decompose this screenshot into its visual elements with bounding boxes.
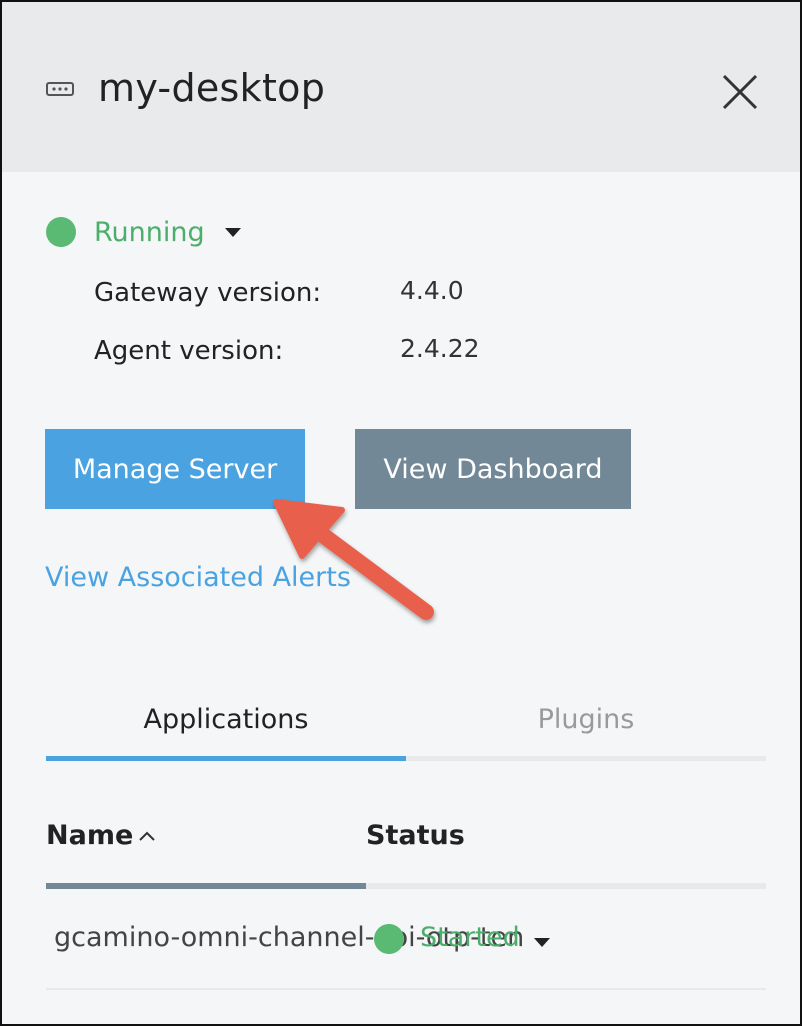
close-icon[interactable]	[720, 72, 760, 112]
application-status-label[interactable]: Started	[420, 922, 520, 953]
agent-version-value: 2.4.22	[400, 334, 480, 363]
gateway-version-value: 4.4.0	[400, 276, 464, 305]
annotation-arrow-icon	[273, 499, 434, 620]
sort-ascending-icon[interactable]	[138, 830, 156, 842]
column-header-underline-active	[46, 883, 366, 889]
table-row: gcamino-omni-channel-api-otp-ten Started	[46, 902, 766, 990]
server-icon	[46, 82, 74, 96]
server-details-panel: my-desktop Running Gateway version: 4.4.…	[0, 0, 802, 1026]
tab-plugins[interactable]: Plugins	[406, 704, 766, 735]
column-header-name[interactable]: Name	[46, 820, 133, 851]
column-header-status: Status	[366, 820, 465, 851]
tab-underline-active	[46, 756, 406, 761]
server-status-dropdown[interactable]: Running	[46, 214, 241, 250]
tab-applications[interactable]: Applications	[46, 704, 406, 735]
status-dot-icon	[374, 924, 404, 954]
status-dot-icon	[46, 217, 76, 247]
agent-version-label: Agent version:	[94, 336, 284, 366]
chevron-down-icon[interactable]	[534, 938, 550, 947]
gateway-version-label: Gateway version:	[94, 278, 322, 308]
panel-title: my-desktop	[98, 66, 326, 110]
panel-header: my-desktop	[2, 2, 800, 172]
chevron-down-icon	[224, 227, 241, 237]
server-status-label: Running	[94, 216, 205, 248]
